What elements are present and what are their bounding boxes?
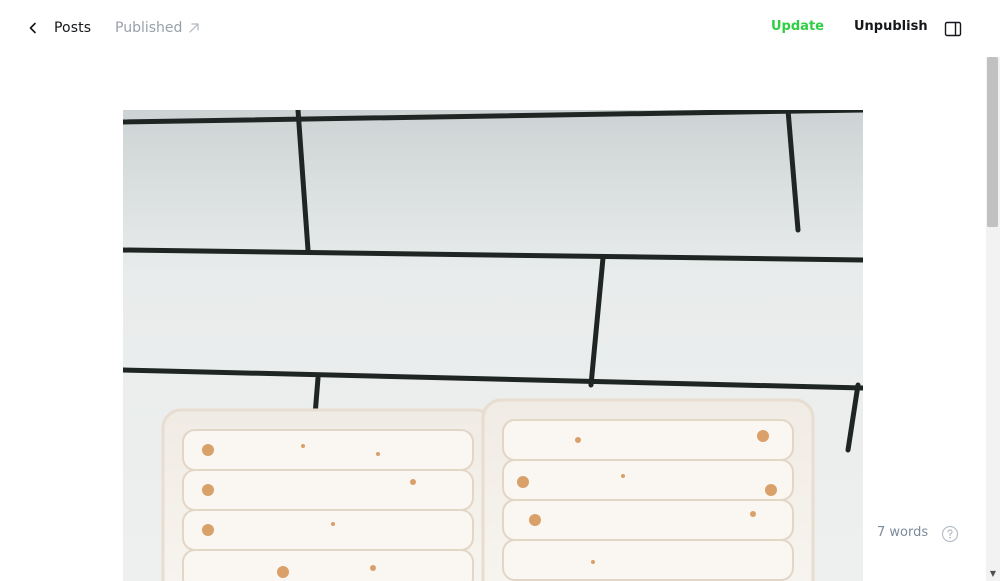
- arrow-up-right-icon: [188, 22, 200, 34]
- word-count: 7 words: [877, 525, 929, 540]
- editor-header: Posts Published Update Unpublish: [0, 0, 1000, 57]
- back-to-posts-link[interactable]: Posts: [24, 17, 91, 39]
- chevron-left-icon: [24, 17, 42, 39]
- scroll-down-arrow-icon[interactable]: ▼: [986, 566, 1000, 581]
- update-button[interactable]: Update: [771, 19, 824, 34]
- sidebar-panel-icon[interactable]: [943, 19, 963, 39]
- status-label: Published: [115, 20, 183, 36]
- question-circle-icon[interactable]: [941, 525, 959, 543]
- scrollbar-thumb[interactable]: [987, 57, 998, 227]
- unpublish-button[interactable]: Unpublish: [854, 19, 928, 34]
- back-label: Posts: [54, 20, 92, 36]
- feature-image[interactable]: [123, 110, 863, 581]
- post-status-link[interactable]: Published: [115, 18, 200, 38]
